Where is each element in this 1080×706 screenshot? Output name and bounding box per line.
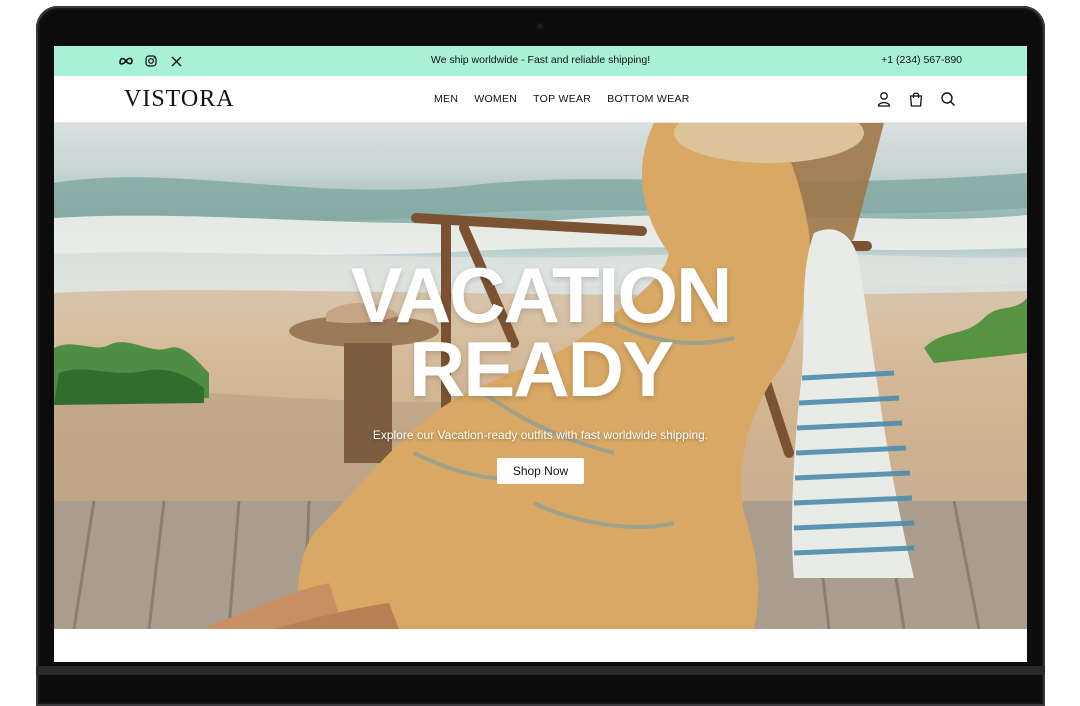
announcement-bar: We ship worldwide - Fast and reliable sh… — [54, 46, 1027, 76]
hero-subtext: Explore our Vacation-ready outfits with … — [372, 428, 709, 442]
hero-headline-line1: VACATION — [350, 251, 733, 339]
nav-menu: MEN WOMEN TOP WEAR BOTTOM WEAR — [434, 93, 690, 105]
laptop-frame: We ship worldwide - Fast and reliable sh… — [36, 6, 1045, 706]
nav-item-bottom-wear[interactable]: BOTTOM WEAR — [607, 93, 689, 105]
nav-icons — [875, 90, 957, 108]
hero-text-block: VACATION READY Explore our Vacation-read… — [54, 251, 1027, 484]
search-icon[interactable] — [939, 90, 957, 108]
hero-banner: VACATION READY Explore our Vacation-read… — [54, 123, 1027, 629]
brand-logo[interactable]: VISTORA — [124, 86, 235, 113]
laptop-base — [36, 666, 1045, 675]
hero-headline: VACATION READY — [54, 251, 1027, 413]
phone-number[interactable]: +1 (234) 567-890 — [881, 54, 962, 66]
nav-item-top-wear[interactable]: TOP WEAR — [533, 93, 591, 105]
shopping-bag-icon[interactable] — [907, 90, 925, 108]
hero-headline-line2: READY — [408, 325, 674, 413]
main-navbar: VISTORA MEN WOMEN TOP WEAR BOTTOM WEAR — [54, 76, 1027, 123]
shop-now-button[interactable]: Shop Now — [496, 458, 585, 484]
webcam — [536, 22, 544, 30]
browser-viewport: We ship worldwide - Fast and reliable sh… — [54, 46, 1027, 662]
user-icon[interactable] — [875, 90, 893, 108]
nav-item-women[interactable]: WOMEN — [474, 93, 517, 105]
nav-item-men[interactable]: MEN — [434, 93, 458, 105]
